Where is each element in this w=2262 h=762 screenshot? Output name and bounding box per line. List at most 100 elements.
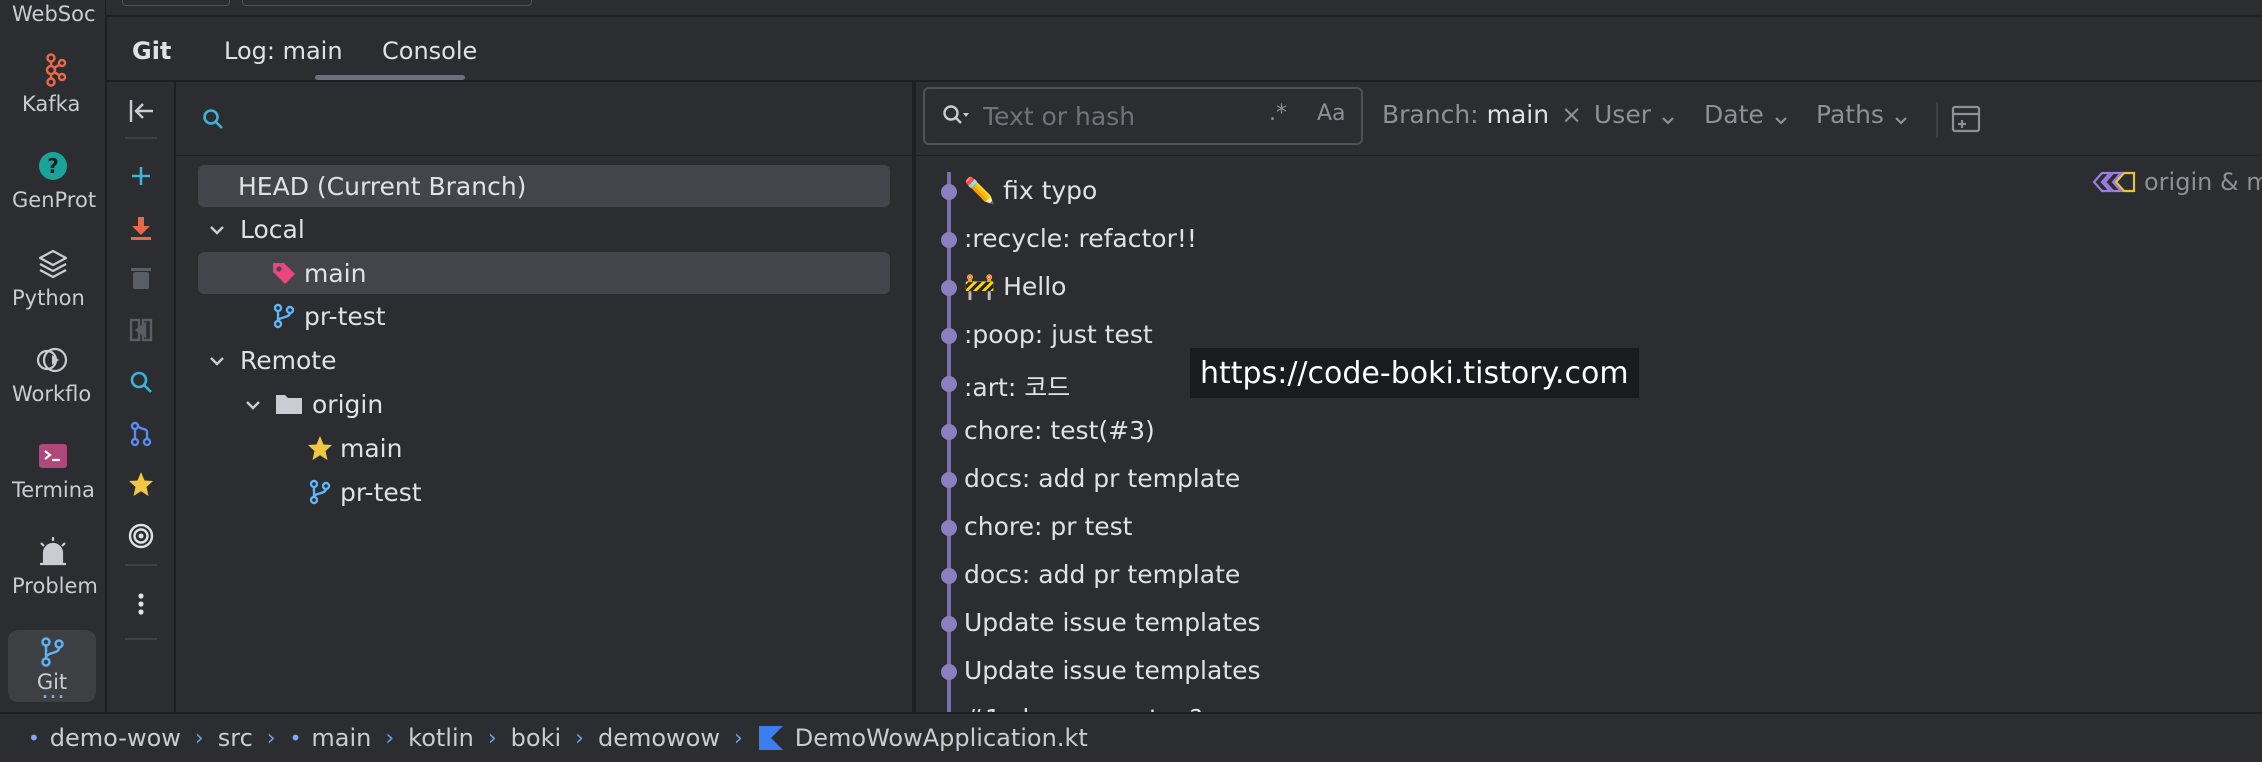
branch-label: HEAD (Current Branch) — [238, 171, 527, 201]
workflow-icon — [35, 342, 71, 378]
ref-label: origin & ma — [2092, 168, 2262, 196]
git-tool-header: Git Log: main Console — [107, 17, 2262, 81]
breadcrumb-file[interactable]: DemoWowApplication.kt — [757, 724, 1088, 752]
delete-icon[interactable] — [123, 260, 159, 296]
branch-filter-value: main — [1486, 100, 1550, 129]
text-hash-search-field[interactable]: .* Aa — [923, 87, 1363, 145]
commit-node-dot — [941, 472, 957, 488]
terminal-icon — [35, 438, 71, 474]
breadcrumb-label: demowow — [597, 724, 720, 752]
tool-window-strip: WebSoc Kafka ? GenProt Python Workflo Te… — [0, 0, 106, 712]
tool-genprotocol[interactable]: ? GenProt — [0, 148, 106, 212]
branch-group-origin[interactable]: origin — [198, 383, 890, 425]
commit-row[interactable]: Update issue templates — [916, 600, 2262, 648]
toolbar-divider — [125, 638, 157, 640]
navigation-breadcrumb-bar: • demo-wow › src › • main › kotlin › boki … — [0, 713, 2262, 762]
commit-message: chore: test(#3) — [964, 416, 1155, 445]
module-dot-icon: • — [289, 726, 302, 750]
svg-text:?: ? — [47, 154, 59, 178]
tool-kafka[interactable]: Kafka — [0, 52, 106, 116]
branch-filter-label: Branch: — [1382, 100, 1479, 129]
kotlin-file-icon — [757, 724, 785, 752]
regex-toggle[interactable]: .* — [1269, 101, 1287, 126]
more-tools-icon[interactable]: … — [0, 676, 106, 704]
commit-row[interactable]: #1 chore: you too? — [916, 696, 2262, 712]
search-history-icon[interactable] — [941, 103, 971, 133]
user-filter-label: User — [1594, 100, 1651, 129]
branch-row-remote-main[interactable]: main — [198, 427, 890, 469]
commit-node-dot — [941, 520, 957, 536]
commit-message: ✏️ fix typo — [964, 176, 1098, 205]
chevron-right-icon: › — [266, 725, 276, 751]
chevron-right-icon: › — [575, 725, 584, 751]
chevron-down-icon — [242, 393, 264, 415]
branch-compare-icon[interactable] — [123, 416, 159, 452]
collapse-left-icon[interactable] — [123, 93, 159, 129]
tool-problems[interactable]: Problem — [0, 534, 106, 598]
branch-row-remote-pr-test[interactable]: pr-test — [198, 471, 890, 513]
branch-group-local[interactable]: Local — [198, 208, 890, 250]
commit-row[interactable]: :recycle: refactor!! — [916, 216, 2262, 264]
breadcrumb-kotlin[interactable]: kotlin — [408, 724, 474, 752]
close-icon[interactable]: × — [1561, 100, 1582, 129]
breadcrumb-boki[interactable]: boki — [511, 724, 561, 752]
breadcrumb-demowow[interactable]: demowow — [598, 724, 720, 752]
paths-filter-label: Paths — [1816, 100, 1884, 129]
branch-row-local-main[interactable]: main — [198, 252, 890, 294]
branch-actions-toolbar — [107, 82, 175, 712]
search-icon[interactable] — [123, 364, 159, 400]
search-icon — [200, 106, 226, 136]
commit-row[interactable]: 🚧 Hello — [916, 264, 2262, 312]
commit-row[interactable]: chore: pr test — [916, 504, 2262, 552]
commit-node-dot — [941, 424, 957, 440]
target-icon[interactable] — [123, 518, 159, 554]
update-download-icon[interactable] — [123, 210, 159, 246]
tool-label: Problem — [12, 574, 98, 598]
module-dot-icon: • — [28, 726, 40, 750]
commit-message: Update issue templates — [964, 608, 1261, 637]
branch-group-remote[interactable]: Remote — [198, 339, 890, 381]
commit-message: :recycle: refactor!! — [964, 224, 1197, 253]
tool-websocket[interactable]: WebSoc — [0, 0, 106, 26]
top-toolbar-widget[interactable] — [242, 0, 532, 6]
commit-row[interactable]: ✏️ fix typo — [916, 168, 2262, 216]
top-toolbar-widget[interactable] — [122, 0, 230, 6]
tab-console[interactable]: Console — [382, 37, 477, 65]
tool-label: WebSoc — [12, 2, 96, 26]
tool-label: Kafka — [22, 92, 81, 116]
breadcrumb-src[interactable]: src — [218, 724, 253, 752]
branch-row-local-pr-test[interactable]: pr-test — [198, 295, 890, 337]
tool-terminal[interactable]: Termina — [0, 438, 106, 502]
watermark-url: https://code-boki.tistory.com — [1190, 348, 1639, 398]
commit-node-dot — [941, 616, 957, 632]
breadcrumb-main[interactable]: • main — [290, 724, 372, 752]
tool-python[interactable]: Python — [0, 246, 106, 310]
tab-log-main[interactable]: Log: main — [224, 37, 343, 65]
user-filter[interactable]: User — [1594, 100, 1677, 129]
match-case-toggle[interactable]: Aa — [1317, 101, 1346, 126]
breadcrumb-label: demo-wow — [49, 724, 181, 752]
branch-search-bar[interactable] — [176, 82, 914, 156]
commit-row[interactable]: docs: add pr template — [916, 456, 2262, 504]
add-icon[interactable] — [123, 158, 159, 194]
kafka-icon — [35, 52, 71, 88]
branch-group-label: Remote — [240, 345, 337, 375]
breadcrumb-project[interactable]: • demo-wow — [28, 724, 181, 752]
tool-label: Workflo — [12, 382, 92, 406]
genprotocol-icon: ? — [35, 148, 71, 184]
more-vertical-icon[interactable] — [123, 586, 159, 622]
branch-row-head[interactable]: HEAD (Current Branch) — [198, 165, 890, 207]
commit-row[interactable]: chore: test(#3) — [916, 408, 2262, 456]
text-hash-search-input[interactable] — [983, 99, 1263, 133]
branch-label: main — [304, 258, 367, 288]
favorite-star-icon[interactable] — [123, 466, 159, 502]
tool-workflow[interactable]: Workflo — [0, 342, 106, 406]
date-filter[interactable]: Date — [1704, 100, 1790, 129]
commit-row[interactable]: docs: add pr template — [916, 552, 2262, 600]
compare-icon[interactable] — [123, 312, 159, 348]
paths-filter[interactable]: Paths — [1816, 100, 1910, 129]
new-tab-icon[interactable] — [1950, 104, 1982, 138]
branch-filter[interactable]: Branch: main × — [1382, 100, 1582, 129]
commit-row[interactable]: Update issue templates — [916, 648, 2262, 696]
tool-label: GenProt — [12, 188, 97, 212]
